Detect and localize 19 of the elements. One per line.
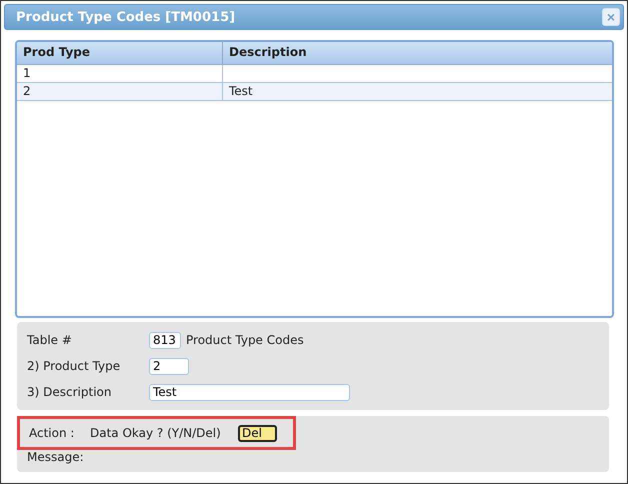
- input-field[interactable]: 2: [149, 358, 189, 374]
- field-label: 2) Product Type: [27, 359, 122, 373]
- table-cell: 2: [23, 84, 31, 98]
- table-cell: 1: [23, 66, 31, 80]
- field-caption: Product Type Codes: [186, 333, 304, 347]
- window-title: Product Type Codes [TM0015]: [16, 10, 236, 24]
- input-field[interactable]: Del: [238, 424, 277, 442]
- action-label: Action :: [29, 426, 76, 440]
- prompt-text: Data Okay ? (Y/N/Del): [90, 426, 222, 440]
- column-header[interactable]: Prod Type: [17, 42, 223, 64]
- table-cell: Test: [229, 84, 253, 98]
- column-header[interactable]: Description: [223, 42, 612, 64]
- input-field[interactable]: Test: [149, 384, 350, 400]
- field-label: Table #: [27, 333, 73, 347]
- field-label: 3) Description: [27, 385, 112, 399]
- table-row[interactable]: 1: [17, 65, 612, 83]
- message-label: Message:: [27, 450, 84, 464]
- table-row[interactable]: 2 Test: [17, 83, 612, 101]
- input-field[interactable]: 813: [149, 332, 181, 348]
